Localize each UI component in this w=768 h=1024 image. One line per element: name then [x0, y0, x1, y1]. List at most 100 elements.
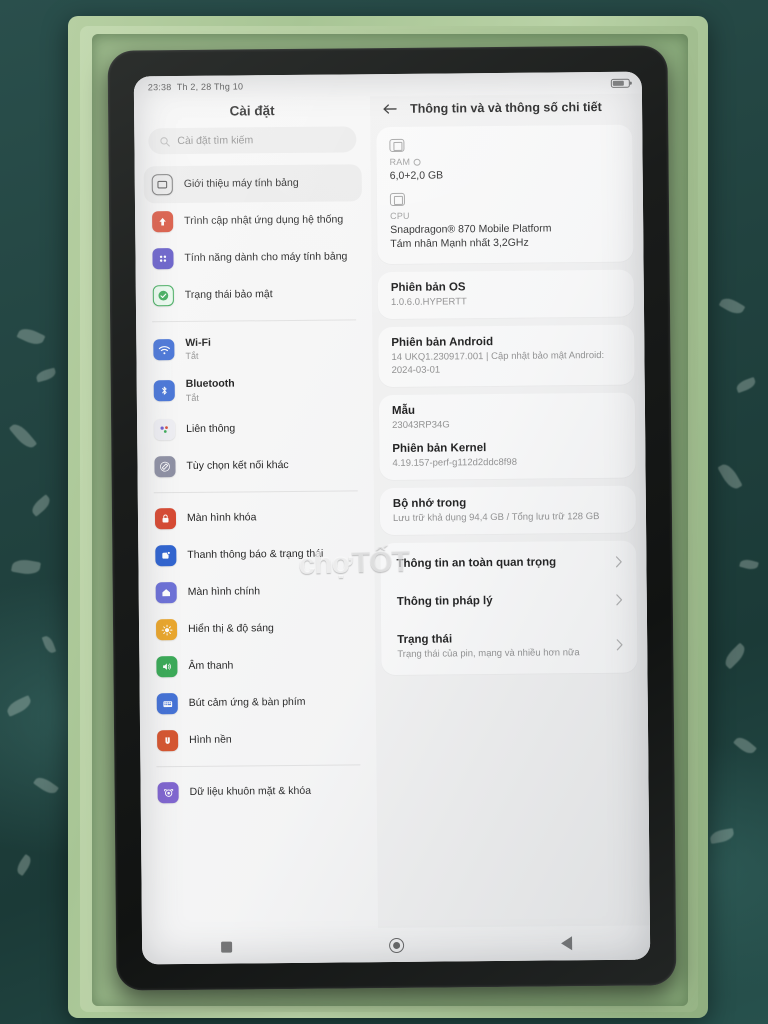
kv-title: Bộ nhớ trong: [392, 497, 467, 511]
sidebar-item-label: Bluetooth: [185, 377, 235, 391]
tablet-icon: [151, 174, 173, 196]
sidebar-item-about-tablet[interactable]: Giới thiệu máy tính bảng: [143, 164, 362, 204]
spec-cpu: CPU Snapdragon® 870 Mobile Platform Tám …: [389, 189, 621, 254]
fabric-print: [733, 734, 757, 757]
android-settings-ui: 23:38 Th 2, 28 Thg 10 Cài đặt Cài đặt tì…: [133, 71, 651, 965]
sidebar-item-label: Bút cảm ứng & bàn phím: [188, 696, 306, 710]
sidebar-item-label: Giới thiệu máy tính bảng: [183, 176, 299, 190]
sidebar-item-label: Wi-Fi: [185, 336, 211, 349]
spec-value: 6,0+2,0 GB: [389, 169, 444, 183]
kv-sub: Lưu trữ khả dụng 94,4 GB / Tổng lưu trữ …: [392, 511, 600, 525]
sidebar-group-privacy: Dữ liệu khuôn mặt & khóa: [149, 773, 367, 812]
fabric-print: [721, 642, 749, 670]
sidebar-divider: [152, 319, 357, 323]
chip-icon: [389, 138, 405, 153]
spec-ram: RAM 6,0+2,0 GB: [389, 135, 620, 191]
circle-home-icon[interactable]: [388, 937, 404, 953]
tablet-device: 23:38 Th 2, 28 Thg 10 Cài đặt Cài đặt tì…: [107, 45, 677, 991]
links-card: Thông tin an toàn quan trọng Thông tin p…: [380, 540, 638, 676]
status-time: 23:38: [147, 82, 172, 93]
fabric-print: [717, 461, 743, 492]
fabric-print: [4, 695, 34, 717]
sidebar-item-display-brightness[interactable]: Hiển thị & độ sáng: [148, 610, 366, 649]
sidebar-item-label: Trạng thái bảo mật: [184, 287, 273, 301]
search-icon: [160, 136, 170, 147]
triangle-back-icon[interactable]: [560, 936, 572, 951]
status-bar-right: [610, 78, 630, 88]
kv-sub: 14 UKQ1.230917.001 | Cập nhật bảo mật An…: [391, 349, 605, 376]
sidebar-item-label: Hiển thị & độ sáng: [188, 622, 274, 636]
sidebar-item-more-connections[interactable]: Tùy chọn kết nối khác: [146, 447, 364, 486]
sidebar-item-stylus-keyboard[interactable]: Bút cảm ứng & bàn phím: [149, 684, 367, 723]
android-navigation-bar: [141, 925, 651, 965]
bluetooth-icon: [153, 380, 175, 402]
sidebar-item-bluetooth[interactable]: Bluetooth Tắt: [146, 369, 364, 412]
sidebar-divider: [156, 764, 361, 768]
sidebar-group-about: Giới thiệu máy tính bảng Trình cập nhật …: [143, 164, 363, 314]
stylus-keyboard-icon: [156, 693, 178, 715]
tablet-screen: 23:38 Th 2, 28 Thg 10 Cài đặt Cài đặt tì…: [133, 71, 651, 965]
sidebar-item-system-updater[interactable]: Trình cập nhật ứng dụng hệ thống: [144, 201, 362, 240]
nav-item-legal-info[interactable]: Thông tin pháp lý: [387, 581, 631, 621]
sidebar-item-label: Thanh thông báo & trạng thái: [187, 547, 324, 562]
battery-icon: [610, 78, 630, 88]
kv-title: Mẫu: [391, 404, 416, 417]
square-recents-icon[interactable]: [220, 941, 232, 953]
chevron-right-icon: [616, 594, 623, 606]
sidebar-item-wallpaper[interactable]: Hình nền: [149, 721, 367, 760]
internal-storage-card[interactable]: Bộ nhớ trong Lưu trữ khả dụng 94,4 GB / …: [379, 485, 637, 536]
sound-icon: [156, 656, 178, 678]
spec-key-label: RAM: [389, 156, 411, 168]
chip-icon: [389, 193, 406, 207]
interconnect-icon: [154, 419, 176, 441]
os-version-card[interactable]: Phiên bản OS 1.0.6.0.HYPERTT: [377, 269, 635, 319]
android-version-card[interactable]: Phiên bản Android 14 UKQ1.230917.001 | C…: [378, 324, 635, 387]
nav-item-safety-info[interactable]: Thông tin an toàn quan trọng: [386, 543, 630, 583]
fabric-print: [734, 376, 758, 394]
search-input[interactable]: Cài đặt tìm kiếm: [148, 126, 357, 155]
settings-sidebar[interactable]: Cài đặt Cài đặt tìm kiếm Giới thiệu máy …: [133, 96, 378, 931]
fabric-print: [718, 294, 746, 318]
security-shield-icon: [152, 285, 174, 307]
sidebar-item-label: Tùy chọn kết nối khác: [186, 459, 289, 473]
detail-title: Thông tin và và thông số chi tiết: [410, 99, 602, 116]
sidebar-item-interconnect[interactable]: Liên thông: [146, 410, 364, 449]
page-title: Cài đặt: [229, 103, 275, 119]
photo-background: 23:38 Th 2, 28 Thg 10 Cài đặt Cài đặt tì…: [0, 0, 768, 1024]
sidebar-item-wifi[interactable]: Wi-Fi Tắt: [145, 327, 363, 370]
lock-screen-icon: [154, 508, 177, 530]
detail-header: Thông tin và và thông số chi tiết: [376, 94, 632, 127]
sidebar-item-notification-bar[interactable]: Thanh thông báo & trạng thái: [147, 536, 365, 575]
chevron-right-icon: [615, 556, 622, 568]
kv-model: Mẫu 23043RP34G: [392, 403, 622, 432]
more-connections-icon: [154, 456, 176, 478]
spec-key: CPU: [390, 209, 620, 221]
nav-item-title: Thông tin an toàn quan trọng: [396, 556, 557, 571]
tablet-features-icon: [152, 248, 174, 270]
sidebar-item-face-data[interactable]: Dữ liệu khuôn mặt & khóa: [149, 773, 367, 812]
nav-item-sub: Trạng thái của pin, mạng và nhiều hơn nữ…: [397, 647, 580, 661]
info-icon[interactable]: [413, 158, 421, 166]
home-screen-icon: [155, 582, 177, 604]
notification-bar-icon: [155, 545, 177, 567]
status-bar-left: 23:38 Th 2, 28 Thg 10: [148, 81, 243, 92]
back-arrow-icon[interactable]: [382, 102, 398, 116]
sidebar-item-home-screen[interactable]: Màn hình chính: [148, 573, 366, 612]
sidebar-item-sound[interactable]: Âm thanh: [148, 647, 366, 686]
wifi-icon: [153, 339, 175, 361]
nav-item-status[interactable]: Trạng thái Trạng thái của pin, mạng và n…: [387, 619, 631, 673]
sidebar-item-label: Liên thông: [186, 422, 236, 436]
hardware-spec-card: RAM 6,0+2,0 GB CPU Snapdragon® 870 Mobil…: [376, 124, 634, 264]
sidebar-item-lock-screen[interactable]: Màn hình khóa: [147, 499, 365, 538]
model-kernel-card[interactable]: Mẫu 23043RP34G Phiên bản Kernel 4.19.157…: [378, 392, 636, 481]
split-panes: Cài đặt Cài đặt tìm kiếm Giới thiệu máy …: [133, 93, 650, 931]
sidebar-item-tablet-features[interactable]: Tính năng dành cho máy tính bảng: [144, 238, 362, 277]
system-update-icon: [152, 211, 174, 233]
sidebar-item-security-status[interactable]: Trạng thái bảo mật: [145, 275, 363, 314]
fabric-print: [33, 774, 59, 797]
kv-sub: 4.19.157-perf-g112d2ddc8f98: [392, 456, 518, 469]
kv-title: Phiên bản OS: [390, 280, 466, 294]
sidebar-item-label: Dữ liệu khuôn mặt & khóa: [189, 785, 312, 799]
kv-sub: 1.0.6.0.HYPERTT: [390, 295, 467, 308]
sidebar-item-label: Hình nền: [189, 733, 232, 747]
